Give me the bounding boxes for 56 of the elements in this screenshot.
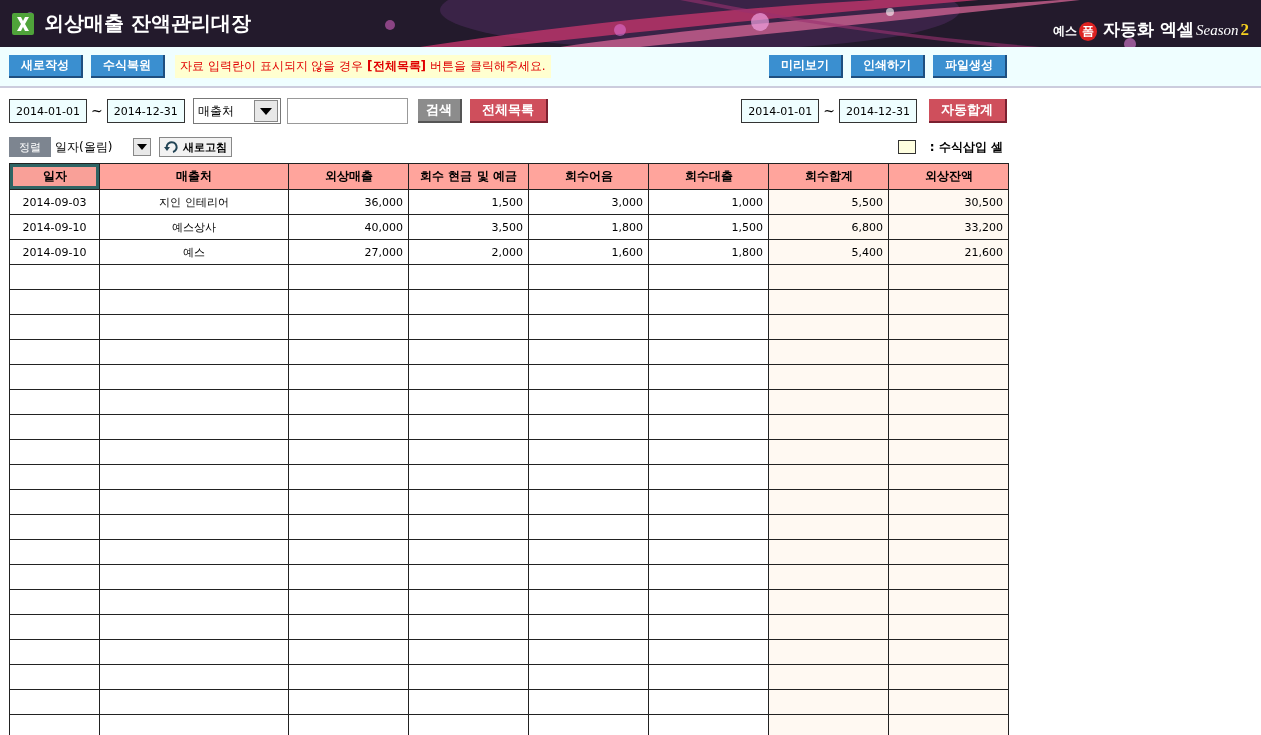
table-cell: 2014-09-03 — [9, 189, 100, 215]
table-cell: 5,400 — [768, 239, 889, 265]
table-cell: 1,500 — [408, 189, 529, 215]
table-cell: 1,000 — [648, 189, 769, 215]
table-cell: 1,800 — [648, 239, 769, 265]
table-cell: 5,500 — [768, 189, 889, 215]
all-list-button[interactable]: 전체목록 — [469, 99, 548, 123]
table-cell: 2,000 — [408, 239, 529, 265]
field-dropdown[interactable]: 매출처 — [192, 98, 281, 124]
date-field[interactable]: 2014-12-31 — [839, 99, 917, 123]
dropdown-arrow-icon — [137, 144, 147, 150]
table-cell: 36,000 — [288, 189, 409, 215]
column-header[interactable]: 회수어음 — [528, 163, 649, 190]
logo-prefix: 예스 — [1053, 23, 1078, 40]
auto-sum-button[interactable]: 자동합계 — [929, 99, 1007, 123]
table-cell: 3,500 — [408, 214, 529, 240]
date-field[interactable]: 2014-12-31 — [106, 99, 185, 123]
column-header[interactable]: 회수대출 — [648, 163, 769, 190]
column-header[interactable]: 매출처 — [99, 163, 289, 190]
legend-text: : 수식삽입 셀 — [929, 138, 1003, 156]
refresh-button[interactable]: 새로고침 — [159, 137, 232, 157]
window-title: 외상매출 잔액관리대장 — [44, 10, 251, 37]
tilde: ~ — [823, 103, 835, 119]
column-header[interactable]: 일자 — [9, 163, 100, 190]
logo-name: 자동화 엑셀 — [1103, 18, 1194, 41]
table-cell: 1,800 — [528, 214, 649, 240]
logo-number: 2 — [1240, 20, 1249, 40]
column-header[interactable]: 외상매출 — [288, 163, 409, 190]
date-field[interactable]: 2014-01-01 — [741, 99, 820, 123]
table-cell: 지인 인테리어 — [99, 189, 289, 215]
logo-season: Season — [1196, 22, 1239, 39]
column-header[interactable]: 회수합계 — [768, 163, 889, 190]
table-cell: 2014-09-10 — [9, 214, 100, 240]
table-cell: 21,600 — [888, 239, 1009, 265]
notice-text: 자료 입력란이 표시되지 않을 경우 [전체목록] 버튼을 클릭해주세요. — [175, 55, 551, 78]
column-header[interactable]: 외상잔액 — [888, 163, 1009, 190]
table-cell: 1,600 — [528, 239, 649, 265]
formula-cell-swatch — [897, 140, 916, 154]
table-cell: 예스 — [99, 239, 289, 265]
table-cell: 3,000 — [528, 189, 649, 215]
dropdown-arrow-icon — [259, 107, 272, 115]
sort-label: 정렬 — [9, 137, 51, 157]
tilde: ~ — [91, 103, 103, 119]
column-header[interactable]: 회수 현금 및 예금 — [408, 163, 529, 190]
table-cell: 33,200 — [888, 214, 1009, 240]
table-cell: 40,000 — [288, 214, 409, 240]
date-field[interactable]: 2014-01-01 — [9, 99, 87, 123]
table-cell: 2014-09-10 — [9, 239, 100, 265]
table-cell: 6,800 — [768, 214, 889, 240]
refresh-icon — [164, 140, 180, 154]
table-cell: 27,000 — [288, 239, 409, 265]
search-field[interactable] — [286, 98, 408, 124]
table-cell: 예스상사 — [99, 214, 289, 240]
table-cell: 1,500 — [648, 214, 769, 240]
table-cell: 30,500 — [888, 189, 1009, 215]
spreadsheet-icon — [12, 12, 34, 35]
